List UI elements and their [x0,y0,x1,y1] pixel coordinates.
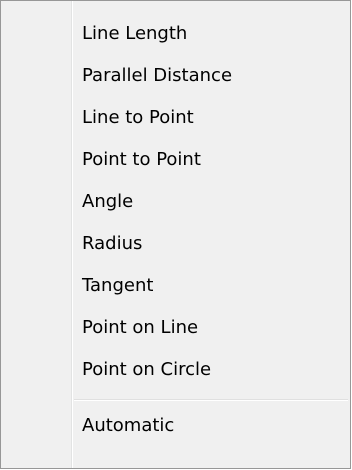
menu-separator [1,393,350,407]
menu-item-tangent[interactable]: Tangent [1,267,350,309]
menu-item-label: Automatic [82,415,175,436]
menu-item-label: Tangent [82,275,154,296]
menu-item-label: Radius [82,233,143,254]
menu-item-point-to-point[interactable]: Point to Point [1,141,350,183]
menu-item-label: Angle [82,191,134,212]
menu-item-label: Point to Point [82,149,201,170]
menu-item-parallel-distance[interactable]: Parallel Distance [1,57,350,99]
menu-item-line-to-point[interactable]: Line to Point [1,99,350,141]
menu-item-angle[interactable]: Angle [1,183,350,225]
context-menu: Line Length Parallel Distance Line to Po… [0,0,351,469]
menu-items: Line Length Parallel Distance Line to Po… [1,15,350,449]
menu-item-label: Parallel Distance [82,65,233,86]
menu-item-radius[interactable]: Radius [1,225,350,267]
menu-item-label: Point on Line [82,317,199,338]
menu-item-point-on-circle[interactable]: Point on Circle [1,351,350,393]
menu-item-point-on-line[interactable]: Point on Line [1,309,350,351]
menu-item-line-length[interactable]: Line Length [1,15,350,57]
menu-item-label: Line to Point [82,107,194,128]
menu-item-label: Point on Circle [82,359,212,380]
menu-item-label: Line Length [82,23,188,44]
separator-line-highlight [74,400,348,401]
menu-item-automatic[interactable]: Automatic [1,407,350,449]
